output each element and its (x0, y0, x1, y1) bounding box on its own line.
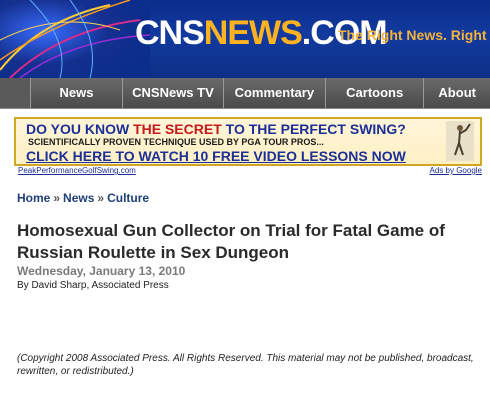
site-tagline: The Right News. Right (338, 27, 487, 43)
breadcrumb-news[interactable]: News (63, 191, 94, 205)
golf-ad-banner[interactable]: DO YOU KNOW THE SECRET TO THE PERFECT SW… (14, 117, 482, 166)
nav-item-news[interactable]: News (31, 78, 124, 108)
ad-headline: DO YOU KNOW THE SECRET TO THE PERFECT SW… (26, 121, 406, 137)
ad-headline-part1: DO YOU KNOW (26, 121, 134, 137)
breadcrumb-separator: » (53, 191, 61, 205)
logo-text-news: NEWS (203, 14, 303, 52)
ad-subheadline: SCIENTIFICALLY PROVEN TECHNIQUE USED BY … (28, 137, 324, 147)
ad-headline-highlight: THE SECRET (133, 121, 222, 137)
nav-item-about[interactable]: About (424, 78, 490, 108)
article-byline: By David Sharp, Associated Press (17, 280, 169, 291)
ad-cta-link[interactable]: CLICK HERE TO WATCH 10 FREE VIDEO LESSON… (26, 148, 406, 164)
ad-footer: PeakPerformanceGolfSwing.com Ads by Goog… (14, 166, 482, 177)
main-nav: News CNSNews TV Commentary Cartoons Abou… (0, 78, 490, 109)
nav-item-commentary[interactable]: Commentary (224, 78, 327, 108)
ad-source-link[interactable]: PeakPerformanceGolfSwing.com (18, 166, 136, 175)
breadcrumb-separator: » (97, 191, 105, 205)
nav-left-edge (0, 78, 31, 108)
site-header: CNSNEWS.COM The Right News. Right (0, 0, 490, 78)
golfer-icon (446, 121, 474, 161)
globe-graphic-icon (0, 0, 150, 78)
breadcrumb-home[interactable]: Home (17, 191, 50, 205)
nav-item-cartoons[interactable]: Cartoons (326, 78, 425, 108)
logo-text-cns: CNS (135, 14, 205, 52)
article-copyright: (Copyright 2008 Associated Press. All Ri… (17, 353, 474, 377)
ad-headline-part2: TO THE PERFECT SWING? (221, 121, 406, 137)
article-date: Wednesday, January 13, 2010 (17, 264, 186, 278)
nav-item-cnsnews-tv[interactable]: CNSNews TV (123, 78, 224, 108)
breadcrumb: Home» News» Culture (17, 191, 149, 205)
ads-by-google-link[interactable]: Ads by Google (430, 166, 482, 175)
article-title: Homosexual Gun Collector on Trial for Fa… (17, 221, 445, 262)
breadcrumb-culture[interactable]: Culture (107, 191, 149, 205)
